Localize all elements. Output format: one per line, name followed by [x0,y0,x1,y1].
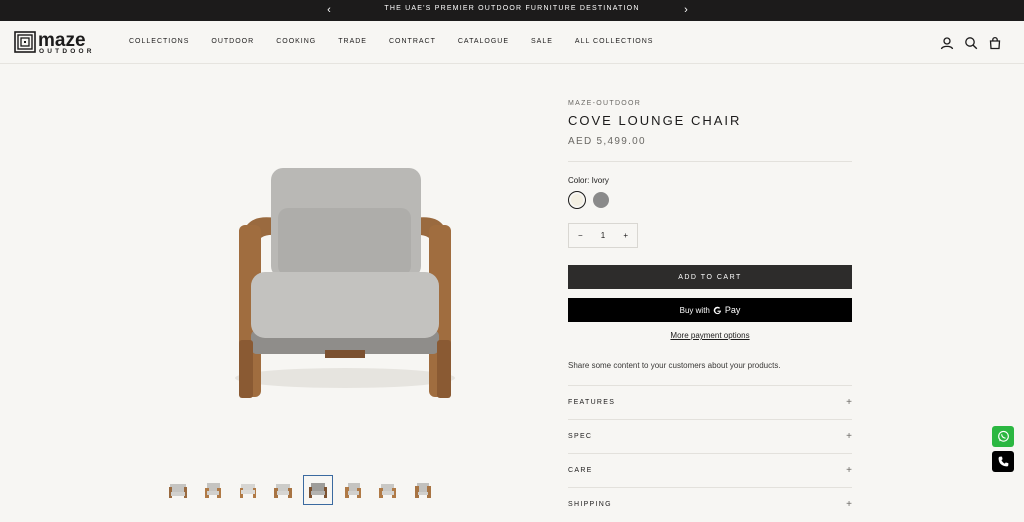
more-payment-options-link[interactable]: More payment options [568,331,852,340]
logo-mark: maze OUTDOOR [14,30,95,55]
accordion-label: FEATURES [568,399,616,406]
quantity-value[interactable]: 1 [601,231,605,240]
nav-item-trade[interactable]: TRADE [338,38,367,45]
thumbnail-5[interactable] [303,475,333,505]
thumbnail-8[interactable] [408,475,438,505]
add-to-cart-button[interactable]: ADD TO CART [568,265,852,289]
plus-icon: + [846,465,852,476]
nav-item-collections[interactable]: COLLECTIONS [129,38,189,45]
product-vendor[interactable]: MAZE-OUTDOOR [568,100,852,107]
nav-item-contract[interactable]: CONTRACT [389,38,436,45]
phone-icon [998,456,1008,467]
product-description: Share some content to your customers abo… [568,361,781,370]
plus-icon: + [846,397,852,408]
nav-item-all-collections[interactable]: ALL COLLECTIONS [575,38,654,45]
thumbnail-strip [163,475,438,505]
thumbnail-2[interactable] [198,475,228,505]
plus-icon: + [846,499,852,510]
swatch-ivory[interactable] [568,191,586,209]
whatsapp-icon [997,430,1009,442]
accordion-features[interactable]: FEATURES + [568,385,852,419]
thumbnail-7[interactable] [373,475,403,505]
google-g-icon [713,306,721,314]
whatsapp-button[interactable] [992,426,1014,447]
accordion-label: SPEC [568,433,593,440]
brand-logo[interactable]: maze OUTDOOR [14,30,108,55]
product-main-image[interactable] [175,100,515,450]
announcement-text: THE UAE'S PREMIER OUTDOOR FURNITURE DEST… [384,5,640,12]
accordion-label: SHIPPING [568,501,612,508]
search-icon[interactable] [964,36,978,50]
product-title: COVE LOUNGE CHAIR [568,113,742,128]
divider [568,161,852,162]
nav-item-sale[interactable]: SALE [531,38,553,45]
nav-item-outdoor[interactable]: OUTDOOR [211,38,254,45]
chair-image [235,168,455,398]
quantity-stepper: − 1 + [568,223,638,248]
thumbnail-6[interactable] [338,475,368,505]
accordion-spec[interactable]: SPEC + [568,419,852,453]
accordion-shipping[interactable]: SHIPPING + [568,487,852,521]
thumbnail-1[interactable] [163,475,193,505]
main-nav: COLLECTIONS OUTDOOR COOKING TRADE CONTRA… [129,38,675,45]
color-label: Color: Ivory [568,176,609,185]
quantity-plus-button[interactable]: + [623,231,628,240]
buy-with-label: Buy with [679,305,710,315]
accordion-label: CARE [568,467,593,474]
gpay-label: Pay [724,305,741,315]
nav-item-catalogue[interactable]: CATALOGUE [458,38,509,45]
product-info: MAZE-OUTDOOR COVE LOUNGE CHAIR AED 5,499… [568,100,852,521]
nav-item-cooking[interactable]: COOKING [276,38,316,45]
color-swatches [568,191,852,209]
cart-icon[interactable] [988,36,1002,50]
swatch-grey[interactable] [593,192,609,208]
logo-subtitle: OUTDOOR [39,48,95,55]
site-header: maze OUTDOOR COLLECTIONS OUTDOOR COOKING… [0,21,1024,64]
google-pay-button[interactable]: Buy with Pay [568,298,852,322]
announcement-bar: ‹ THE UAE'S PREMIER OUTDOOR FURNITURE DE… [0,0,1024,21]
thumbnail-3[interactable] [233,475,263,505]
call-button[interactable] [992,451,1014,472]
plus-icon: + [846,431,852,442]
thumbnail-4[interactable] [268,475,298,505]
product-price: AED 5,499.00 [568,136,646,147]
product-accordions: FEATURES + SPEC + CARE + SHIPPING + [568,385,852,521]
chevron-right-icon[interactable]: › [680,3,692,17]
account-icon[interactable] [940,36,954,50]
quantity-minus-button[interactable]: − [578,231,583,240]
accordion-care[interactable]: CARE + [568,453,852,487]
header-actions [940,36,1002,50]
